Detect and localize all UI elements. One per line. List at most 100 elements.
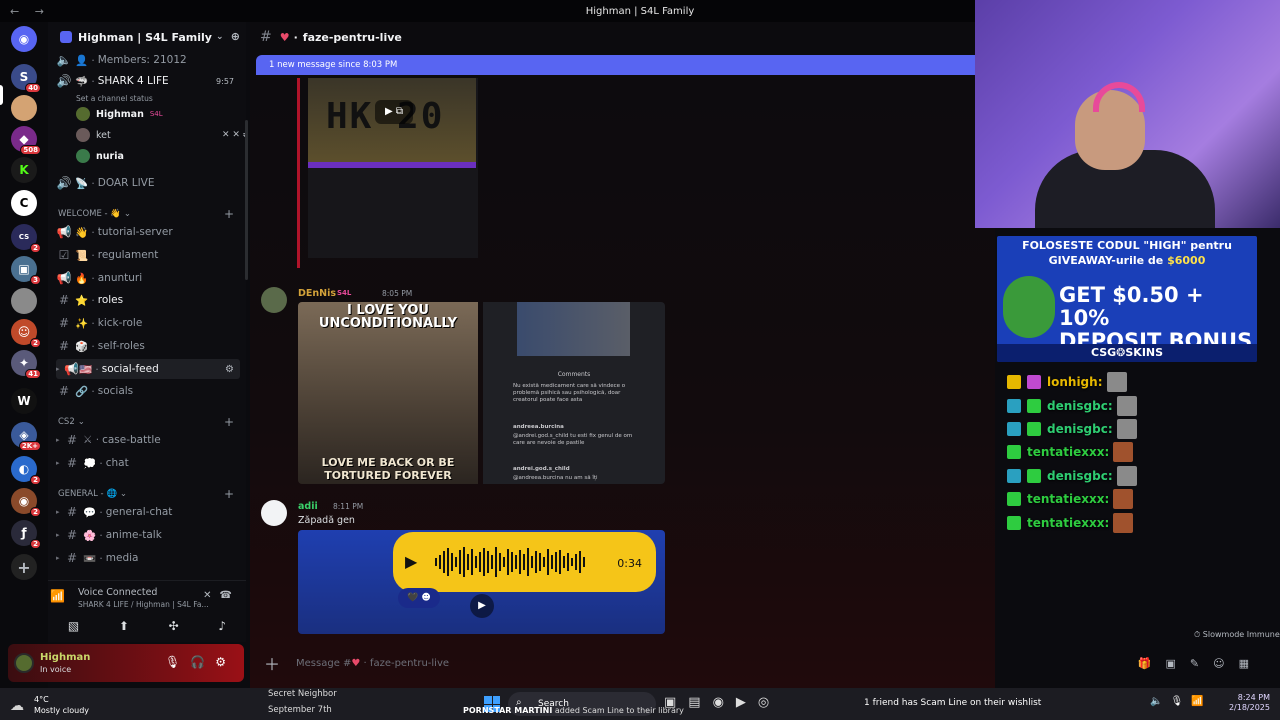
rules-icon: ☑ (58, 248, 70, 262)
composer-placeholder[interactable]: Message #♥ · faze-pentru-live (296, 658, 449, 669)
kick-server-icon[interactable]: K (11, 157, 37, 183)
play-icon[interactable]: ▶ (405, 552, 417, 571)
settings-gear-icon[interactable]: ⚙ (215, 655, 236, 669)
voice-status[interactable]: Voice Connected (78, 587, 157, 598)
channel-settings-icon[interactable]: ⚙ (225, 364, 234, 375)
server-icon[interactable]: ◆ 508 (11, 126, 41, 155)
server-icon[interactable]: ▣ 3 (11, 256, 41, 285)
waveform-bar (531, 556, 533, 568)
waveform-bar (547, 549, 549, 575)
channel-tutorial-server[interactable]: 📢 👋 · tutorial-server (56, 222, 240, 242)
avatar[interactable] (261, 500, 287, 526)
channel-kick-role[interactable]: # ✨ · kick-role (56, 313, 240, 333)
emote-icon (1116, 419, 1137, 439)
server-icon[interactable]: ◈ 2K+ (11, 422, 41, 451)
server-icon[interactable]: S 40 (11, 64, 41, 93)
play-icon[interactable]: ▶ (470, 594, 494, 618)
waveform-bar (519, 550, 521, 574)
channel-self-roles[interactable]: # 🎲 · self-roles (56, 336, 240, 356)
voice-channel-shark[interactable]: 🔊 🦈 · SHARK 4 LIFE 9:57 (56, 71, 240, 91)
server-icon[interactable]: C (11, 190, 37, 216)
disconnect-icon[interactable]: ✕☎ (203, 590, 240, 601)
category-cs2[interactable]: CS2 ⌄ + (58, 415, 240, 429)
screen-share-icon[interactable]: ⬆ (119, 619, 129, 633)
noise-suppression-icon[interactable]: ▧ (68, 619, 79, 633)
message-author[interactable]: DEnNis (298, 288, 336, 299)
headphones-icon[interactable]: 🎧 (190, 655, 215, 669)
waveform-bar (543, 557, 545, 567)
signal-icon: 📶 (50, 589, 65, 603)
channel-anunturi[interactable]: 📢 🔥 · anunturi (56, 268, 240, 288)
server-icon[interactable]: ƒ2 (11, 520, 41, 549)
add-channel-icon[interactable]: + (224, 415, 234, 429)
expand-icon: ▸ (56, 459, 60, 467)
server-icon[interactable] (11, 95, 37, 121)
waveform-bar (583, 557, 585, 567)
voice-message-player[interactable]: ▶ 0:34 (393, 532, 656, 592)
new-messages-bar[interactable]: 1 new message since 8:03 PM (256, 55, 975, 75)
channel-anime-talk[interactable]: ▸ # 🌸 · anime-talk (56, 525, 240, 545)
server-icon[interactable]: ◉ 2 (11, 488, 41, 517)
channel-socials[interactable]: # 🔗 · socials (56, 381, 240, 401)
voice-location[interactable]: SHARK 4 LIFE / Highman | S4L Fa... (78, 600, 209, 609)
waveform-bar (463, 547, 465, 577)
category-general[interactable]: GENERAL - 🌐 ⌄ + (58, 487, 240, 501)
screenshot-image[interactable]: Comments Nu există medicament care să vi… (483, 302, 665, 484)
add-channel-icon[interactable]: + (224, 487, 234, 501)
system-tray[interactable]: 🔈🎙📶 (1150, 696, 1212, 707)
soundboard-icon[interactable]: ♪ (218, 619, 226, 633)
set-channel-status[interactable]: Set a channel status (76, 91, 240, 105)
server-icon[interactable]: ◐ 2 (11, 456, 41, 485)
voice-user[interactable]: Highman S4L (76, 104, 163, 124)
user-name[interactable]: Highman (40, 652, 90, 663)
microphone-icon[interactable]: 🎙 (165, 655, 190, 669)
reaction-pill[interactable]: 🖤 ☻ (398, 588, 440, 608)
channel-media[interactable]: ▸ # 📼 · media (56, 548, 240, 568)
guild-icon (60, 31, 72, 43)
add-server-icon[interactable]: + (11, 554, 37, 580)
channel-general-chat[interactable]: ▸ # 💬 · general-chat (56, 502, 240, 522)
guild-header[interactable]: Highman | S4L Family ⌄ ⊕ (48, 22, 246, 52)
meme-caption-bottom: LOVE ME BACK OR BE TORTURED FOREVER (321, 456, 455, 482)
windows-taskbar: ☁ 4°C Mostly cloudy Secret Neighbor Sept… (0, 688, 1280, 720)
discord-home-icon[interactable]: ◉ (11, 26, 37, 52)
message-author[interactable]: adii (298, 501, 318, 512)
message-composer[interactable]: ＋ Message #♥ · faze-pentru-live 🎁▣✎☺▦ (258, 647, 1273, 679)
channel-case-battle[interactable]: ▸ # ⚔ · case-battle (56, 430, 240, 450)
avatar[interactable] (14, 653, 34, 673)
link-icon: # (58, 384, 70, 398)
chevron-down-icon: ⌄ (215, 32, 224, 42)
csgo-server-icon[interactable]: CS 2 (11, 224, 41, 253)
taskbar-clock[interactable]: 8:24 PM 2/18/2025 (1229, 693, 1270, 713)
avatar (76, 107, 90, 121)
audio-embed[interactable]: ▶ 0:34 🖤 ☻ ▶ (298, 530, 665, 634)
avatar[interactable] (261, 287, 287, 313)
muted-icon: ✕ ✕ ⇌ (222, 130, 246, 140)
channel-social-feed[interactable]: ▸ 📢 🇺🇸 · social-feed ⚙ (56, 359, 240, 379)
voice-user[interactable]: ket ✕ ✕ ⇌ (76, 125, 246, 145)
voice-channel-doar-live[interactable]: 🔊 📡 · DOAR LIVE (56, 173, 240, 193)
server-icon[interactable] (11, 288, 37, 314)
waveform-bar (523, 554, 525, 570)
channel-roles[interactable]: # ⭐ · roles (56, 290, 240, 310)
meme-image[interactable]: I LOVE YOU UNCONDITIONALLY LOVE ME BACK … (298, 302, 478, 484)
play-icon[interactable]: ▶ ⧉ (375, 100, 413, 124)
server-icon[interactable]: ☺ 2 (11, 319, 41, 348)
thumbs-up-photo (517, 302, 630, 356)
channel-chat[interactable]: ▸ # 💭 · chat (56, 453, 240, 473)
add-channel-icon[interactable]: + (224, 207, 234, 221)
channel-regulament[interactable]: ☑ 📜 · regulament (56, 245, 240, 265)
server-icon[interactable]: W (11, 388, 37, 414)
announcement-icon: 📢 (56, 271, 72, 285)
composer-tools[interactable]: 🎁▣✎☺▦ (1138, 657, 1263, 670)
embed-accent (297, 78, 300, 268)
server-icon[interactable]: ✦ 41 (11, 350, 41, 379)
sidebar-scrollbar[interactable] (245, 120, 248, 280)
attach-plus-icon[interactable]: ＋ (264, 651, 280, 675)
voice-user[interactable]: nuria (76, 146, 124, 166)
add-member-icon[interactable]: ⊕ (231, 30, 240, 43)
video-embed[interactable]: HK 20 ▶ ⧉ (308, 78, 478, 258)
activities-icon[interactable]: ✣ (169, 619, 179, 633)
message-text: Zăpadă gen (298, 515, 355, 526)
category-welcome[interactable]: WELCOME - 👋 ⌄ + (58, 207, 240, 221)
